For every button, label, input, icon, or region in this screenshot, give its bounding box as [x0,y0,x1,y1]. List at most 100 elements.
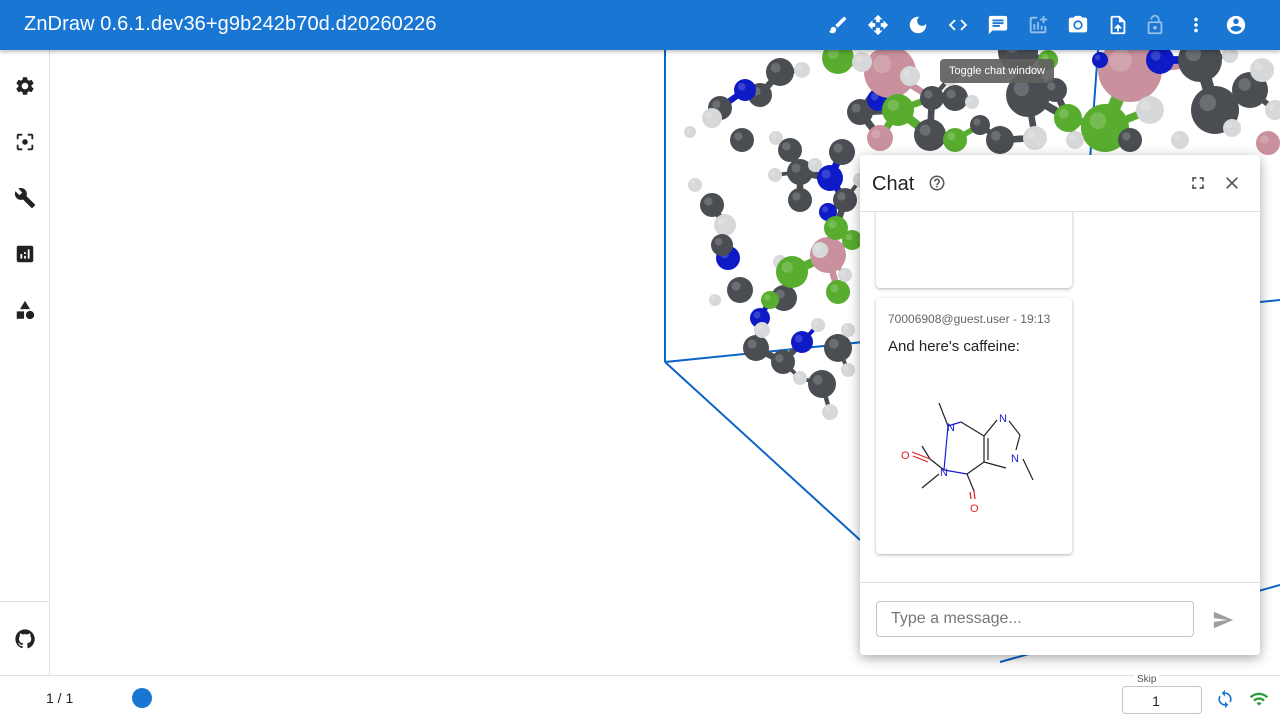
atom[interactable] [743,335,769,361]
account-button[interactable] [1221,10,1251,40]
atom[interactable] [824,334,852,362]
fullscreen-button[interactable] [1186,171,1210,195]
atom[interactable] [794,62,810,78]
atom[interactable] [754,322,770,338]
atom[interactable] [817,165,843,191]
atom[interactable] [1118,128,1142,152]
add-chart-icon [1029,15,1048,34]
atom-highlight [843,365,849,371]
atom[interactable] [730,128,754,152]
atom[interactable] [761,291,779,309]
sidebar-item-selection[interactable] [12,129,38,155]
atom[interactable] [768,168,782,182]
atom[interactable] [688,178,702,192]
atom[interactable] [700,193,724,217]
atom[interactable] [776,256,808,288]
send-button[interactable] [1210,607,1236,633]
atom[interactable] [943,128,967,152]
atom[interactable] [965,95,979,109]
chat-message-input[interactable] [876,601,1194,637]
atom[interactable] [833,188,857,212]
chat-message: 70006908@guest.user - 19:13 And here's c… [876,298,1072,554]
sidebar-item-modifiers[interactable] [12,185,38,211]
atom-highlight [843,325,849,331]
atom[interactable] [841,363,855,377]
atom[interactable] [842,230,862,250]
atom[interactable] [882,94,914,126]
frame-slider-thumb[interactable] [132,688,152,708]
lock-button[interactable] [1140,10,1170,40]
atom[interactable] [1136,96,1164,124]
atom-highlight [1094,54,1101,61]
more-menu-button[interactable] [1181,10,1211,40]
atom[interactable] [734,79,756,101]
github-link[interactable] [12,626,38,652]
atom[interactable] [852,52,872,72]
sidebar-item-geometry[interactable] [12,297,38,323]
atom[interactable] [829,139,855,165]
atom[interactable] [1066,131,1084,149]
chat-header: Chat [860,155,1260,212]
atom[interactable] [684,126,696,138]
atom[interactable] [822,404,838,420]
atom[interactable] [811,318,825,332]
atom[interactable] [867,125,893,151]
atom[interactable] [970,115,990,135]
atom[interactable] [727,277,753,303]
frame-slider[interactable] [142,697,1102,699]
atom[interactable] [766,58,794,86]
brush-button[interactable] [823,10,853,40]
add-chart-button[interactable] [1023,10,1053,40]
atom[interactable] [1250,58,1274,82]
code-button[interactable] [943,10,973,40]
atom-highlight [828,338,839,349]
atom[interactable] [808,370,836,398]
atom-highlight [782,142,791,151]
atom[interactable] [1023,126,1047,150]
atom[interactable] [711,234,733,256]
chat-toggle-button[interactable] [983,10,1013,40]
left-sidebar [0,50,50,675]
atom[interactable] [1171,131,1189,149]
help-icon[interactable] [928,174,946,192]
atom-highlight [714,237,723,246]
atom-highlight [947,132,956,141]
atom[interactable] [771,350,795,374]
atom[interactable] [1223,119,1241,137]
close-chat-button[interactable] [1220,171,1244,195]
upload-button[interactable] [1103,10,1133,40]
atom[interactable] [914,119,946,151]
atom[interactable] [986,126,1014,154]
chat-message-list[interactable]: 70006908@guest.user - 19:13 And here's c… [860,212,1260,582]
screenshot-button[interactable] [1063,10,1093,40]
sync-button[interactable] [1214,688,1236,710]
atom[interactable] [714,214,736,236]
atom-highlight [1027,130,1036,139]
gear-icon [16,77,34,95]
atom[interactable] [826,280,850,304]
atom[interactable] [841,323,855,337]
center-focus-icon [16,133,34,151]
atom[interactable] [1256,131,1280,155]
atom[interactable] [838,268,852,282]
sidebar-item-analysis[interactable] [12,241,38,267]
atom[interactable] [900,66,920,86]
move-button[interactable] [863,10,893,40]
theme-toggle-button[interactable] [903,10,933,40]
atom[interactable] [709,294,721,306]
atom[interactable] [788,188,812,212]
close-icon [1226,177,1238,189]
atom[interactable] [1054,104,1082,132]
sidebar-item-settings[interactable] [12,73,38,99]
atom[interactable] [1092,52,1108,68]
atom-highlight [1140,100,1151,111]
atom[interactable] [812,242,828,258]
atom[interactable] [791,331,813,353]
atom[interactable] [702,108,722,128]
skip-input[interactable] [1124,689,1188,713]
atom[interactable] [920,86,944,110]
atom[interactable] [778,138,802,162]
atom-label-n: N [999,413,1007,425]
atom[interactable] [942,85,968,111]
atom[interactable] [793,371,807,385]
